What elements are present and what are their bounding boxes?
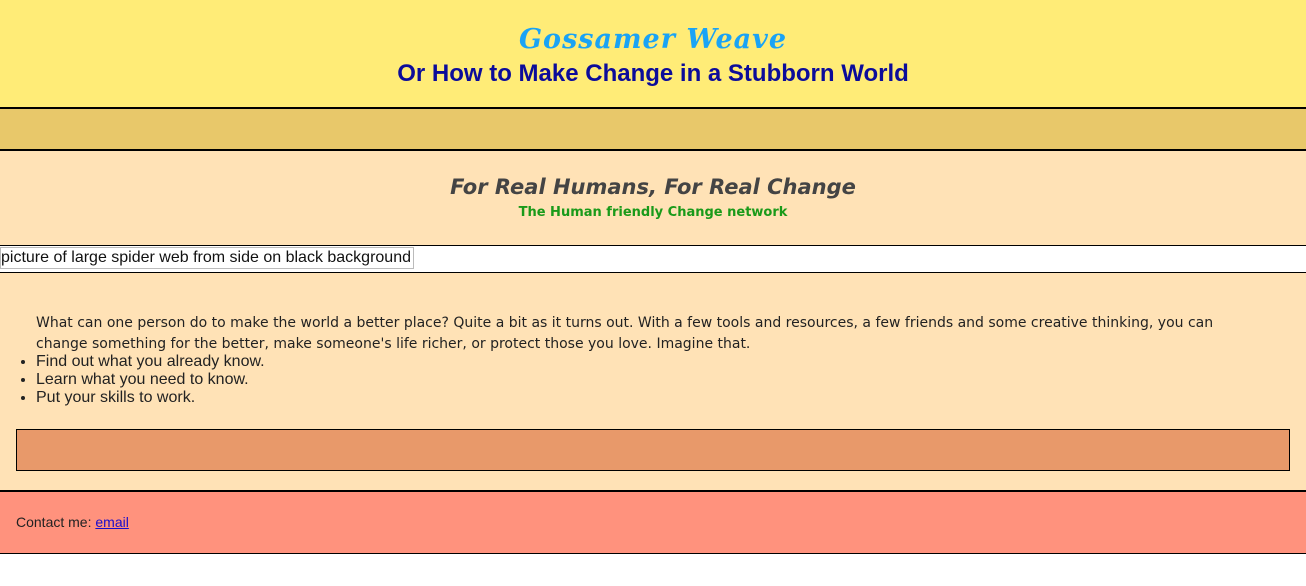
contact-label: Contact me: bbox=[16, 514, 96, 530]
page: Gossamer Weave Or How to Make Change in … bbox=[0, 0, 1306, 586]
site-header: Gossamer Weave Or How to Make Change in … bbox=[0, 0, 1306, 109]
hero-image-alt-text: picture of large spider web from side on… bbox=[1, 249, 411, 266]
nav-bar bbox=[0, 109, 1306, 151]
steps-list: Find out what you already know. Learn wh… bbox=[0, 353, 265, 407]
site-subtitle: Or How to Make Change in a Stubborn Worl… bbox=[397, 60, 909, 87]
tagline: For Real Humans, For Real Change bbox=[450, 175, 856, 199]
hero-image-broken: picture of large spider web from side on… bbox=[0, 247, 414, 269]
list-item: Find out what you already know. bbox=[36, 353, 265, 371]
intro-paragraph: What can one person do to make the world… bbox=[36, 315, 1214, 352]
site-footer: Contact me: email bbox=[0, 492, 1306, 554]
site-title: Gossamer Weave bbox=[519, 24, 787, 55]
list-item: Put your skills to work. bbox=[36, 389, 265, 407]
main-content: For Real Humans, For Real Change The Hum… bbox=[0, 151, 1306, 492]
list-item: Learn what you need to know. bbox=[36, 371, 265, 389]
email-link[interactable]: email bbox=[95, 514, 128, 530]
contact-line: Contact me: email bbox=[16, 513, 129, 531]
callout-box bbox=[16, 429, 1290, 471]
subtagline: The Human friendly Change network bbox=[518, 205, 788, 220]
hero-image-strip: picture of large spider web from side on… bbox=[0, 245, 1306, 273]
